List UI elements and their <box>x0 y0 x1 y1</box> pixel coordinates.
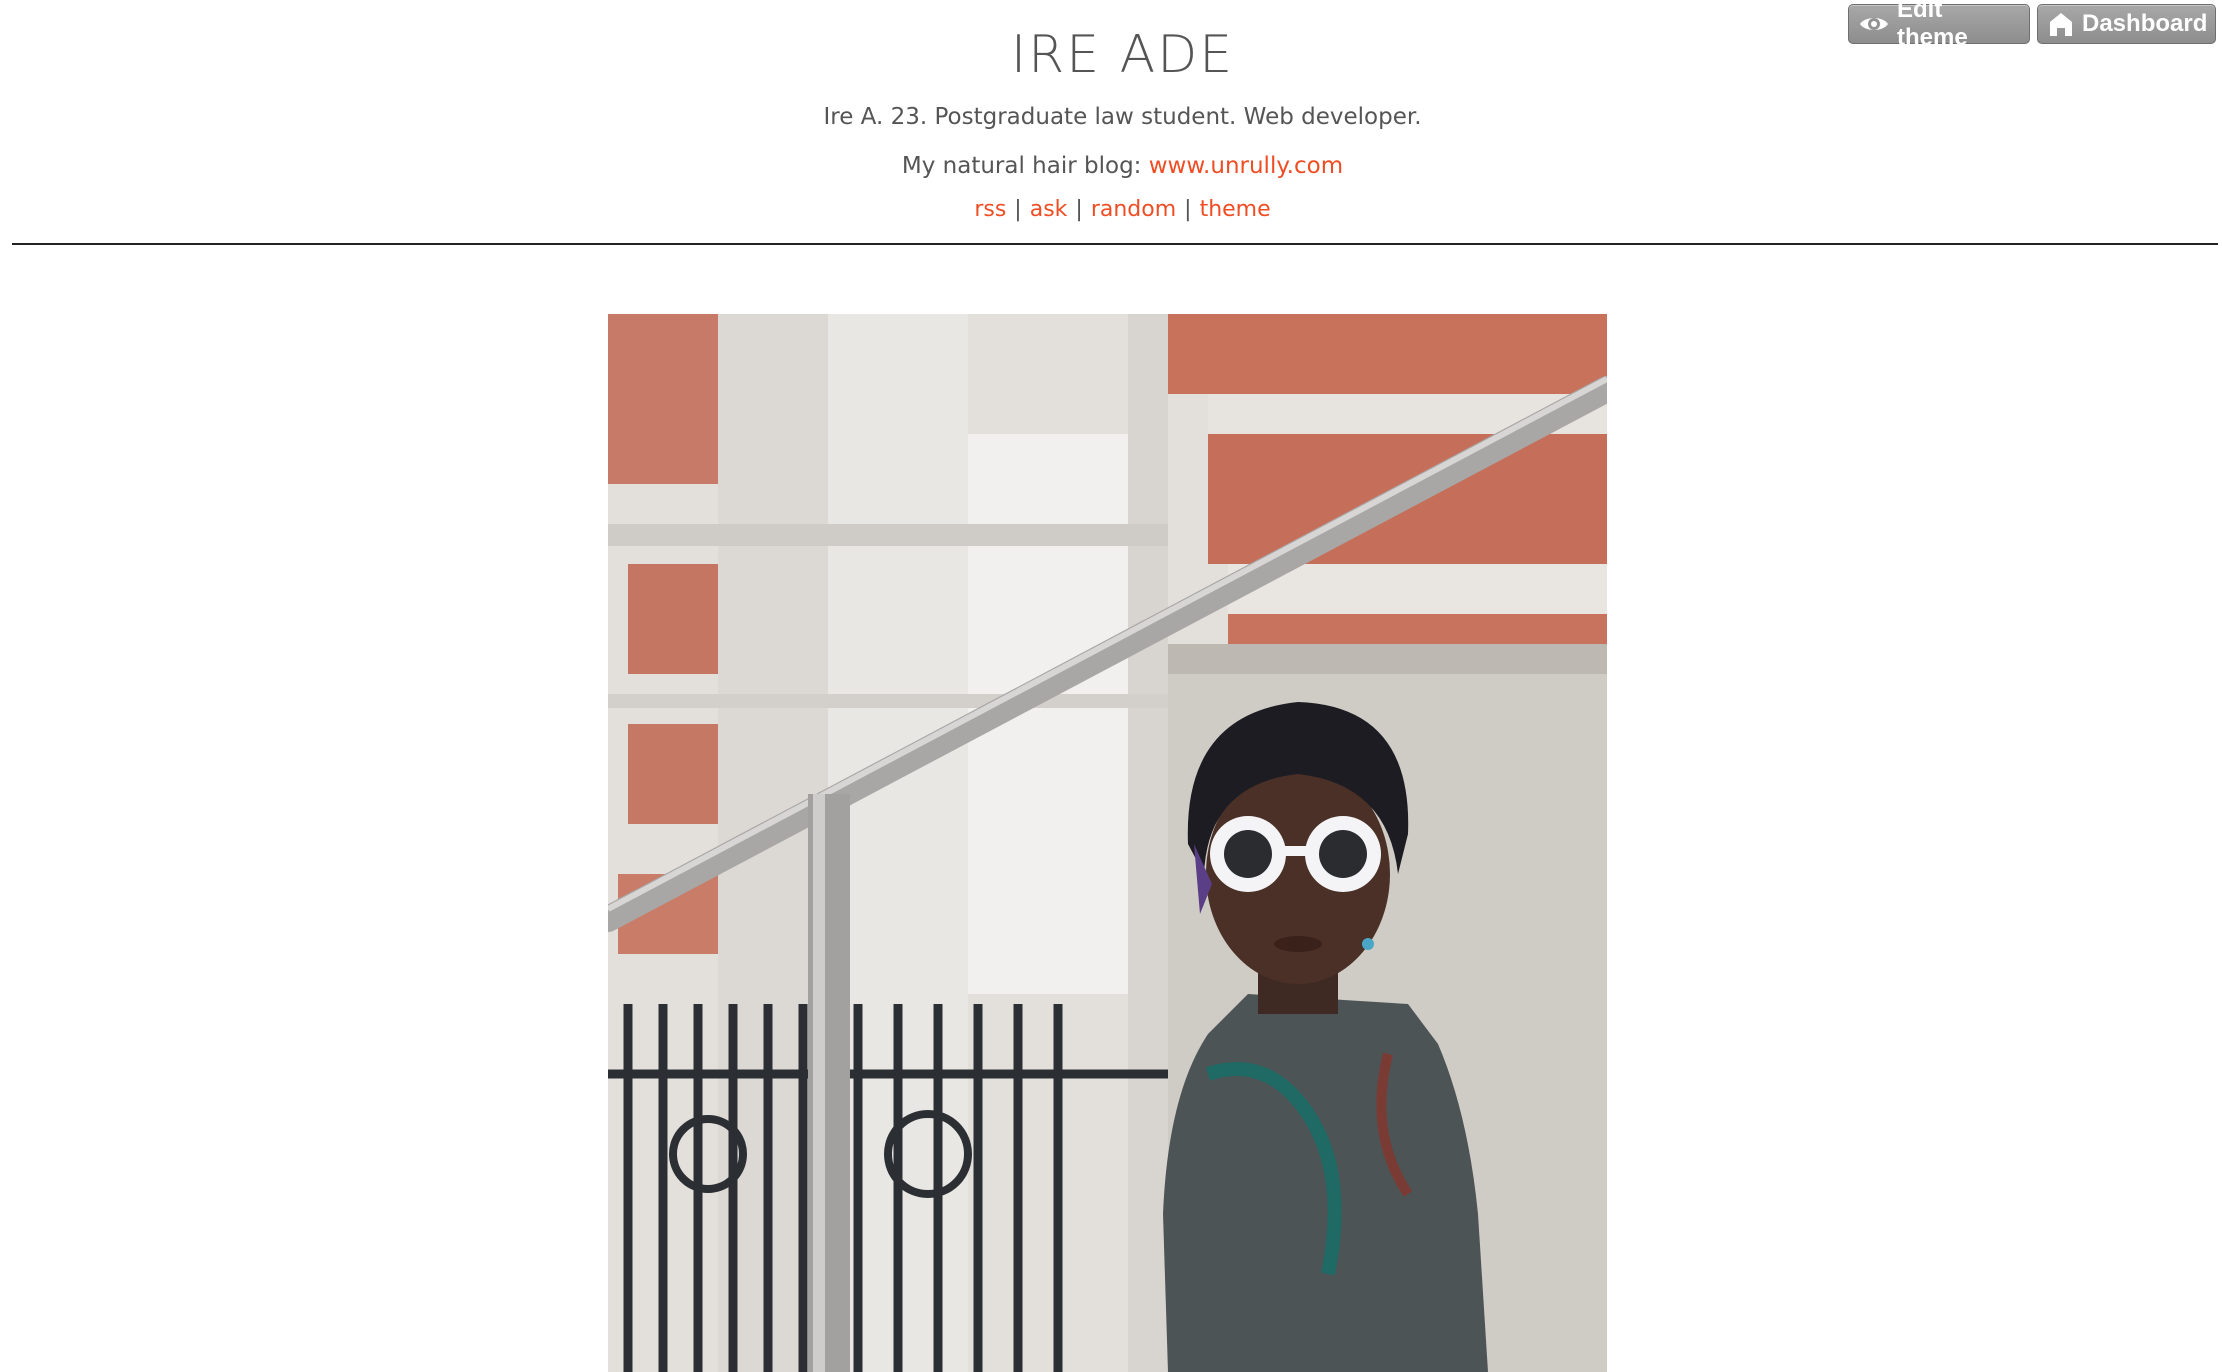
nav-theme-link[interactable]: theme <box>1200 197 1271 222</box>
hair-blog-link[interactable]: www.unrully.com <box>1149 153 1343 179</box>
hair-blog-prefix: My natural hair blog: <box>901 153 1142 179</box>
blog-title[interactable]: IRE ADE <box>0 22 2222 88</box>
nav-rss-link[interactable]: rss <box>974 197 1006 222</box>
nav-ask-link[interactable]: ask <box>1030 197 1068 222</box>
nav-random-link[interactable]: random <box>1091 197 1176 222</box>
nav-separator: | <box>1014 197 1022 222</box>
blog-nav: rss | ask | random | theme <box>0 195 2222 225</box>
nav-separator: | <box>1075 197 1083 222</box>
photo-illustration <box>608 314 1607 1372</box>
post-photo[interactable] <box>608 314 1607 1372</box>
nav-separator: | <box>1184 197 1192 222</box>
blog-page: Edit theme Dashboard IRE ADE Ire A. 23. … <box>0 0 2222 1372</box>
blog-description: Ire A. 23. Postgraduate law student. Web… <box>823 104 1422 130</box>
header-divider <box>12 243 2218 245</box>
hair-blog-line: My natural hair blog: www.unrully.com <box>0 151 2222 181</box>
